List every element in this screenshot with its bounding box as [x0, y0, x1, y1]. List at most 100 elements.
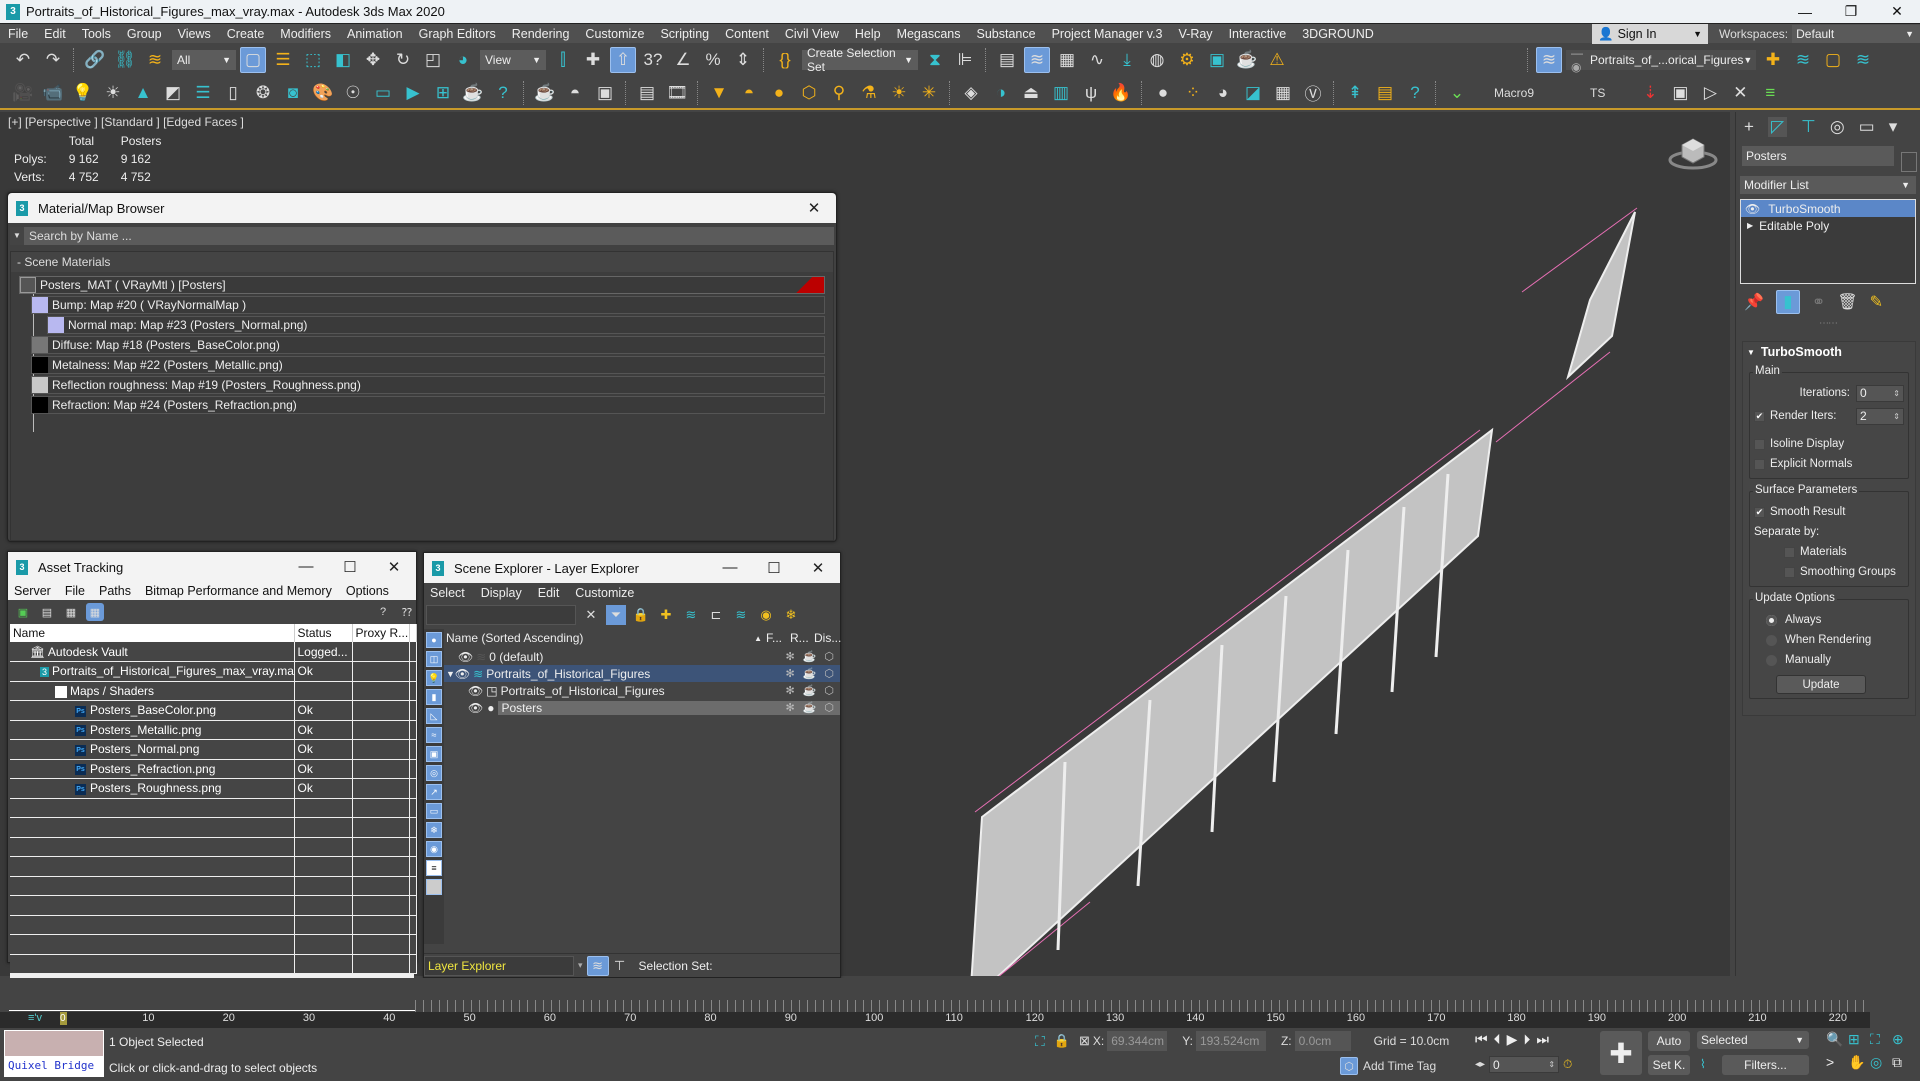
- column-display[interactable]: Dis...: [814, 631, 841, 645]
- camera-film-icon[interactable]: 🎞: [664, 80, 690, 106]
- active-shade-icon[interactable]: ◓: [562, 80, 588, 106]
- ambient-light-icon[interactable]: ⚗: [856, 80, 882, 106]
- material-row[interactable]: Posters_MAT ( VRayMtl ) [Posters]: [19, 276, 825, 294]
- vray-sphere-icon[interactable]: ◑: [988, 80, 1014, 106]
- tree-row[interactable]: ▼ 👁 ≋ Portraits_of_Historical_Figures ✻ ☕…: [444, 665, 840, 682]
- window-icon[interactable]: ▭: [370, 80, 396, 106]
- x-icon[interactable]: ✕: [1727, 80, 1753, 106]
- smoothing-groups-checkbox[interactable]: [1784, 566, 1795, 578]
- zoom-extents-icon[interactable]: ⛶: [1870, 1031, 1892, 1048]
- key-filter-dropdown[interactable]: Selected ▼: [1697, 1031, 1809, 1049]
- vray-logo-icon[interactable]: Ⓥ: [1300, 80, 1326, 106]
- drop-icon[interactable]: ⇣: [1637, 80, 1663, 106]
- isoline-display-checkbox[interactable]: [1754, 438, 1765, 450]
- viewport-label[interactable]: [+] [Perspective ] [Standard ] [Edged Fa…: [8, 115, 244, 129]
- visibility-eye-icon[interactable]: 👁: [458, 650, 473, 664]
- box-grid-icon[interactable]: ▣: [1667, 80, 1693, 106]
- toggle-layer-explorer-icon[interactable]: ≋: [1024, 47, 1050, 73]
- menu-views[interactable]: Views: [170, 27, 219, 41]
- maximize-button[interactable]: ☐: [328, 558, 372, 576]
- table-row[interactable]: 🏛 Autodesk Vault Logged...: [10, 642, 417, 662]
- thumbnail-view-icon[interactable]: ▦: [62, 603, 80, 621]
- trackbar-ruler[interactable]: [415, 1000, 1870, 1012]
- display-box-icon[interactable]: ⬡: [824, 684, 834, 697]
- freeze-layer-icon[interactable]: ❄: [781, 605, 801, 625]
- vray-instancer-icon[interactable]: ▥: [1048, 80, 1074, 106]
- ies-light-icon[interactable]: ⚲: [826, 80, 852, 106]
- sort-by-layer-icon[interactable]: ≋: [586, 955, 609, 976]
- hierarchy-tab-icon[interactable]: ⊤: [1801, 117, 1816, 137]
- current-frame-spinner[interactable]: 0 ⇕: [1489, 1056, 1560, 1073]
- expand-triangle-icon[interactable]: ▶: [1747, 221, 1753, 230]
- map-row[interactable]: Refraction: Map #24 (Posters_Refraction.…: [31, 396, 825, 414]
- spinner-arrows-icon[interactable]: ⇕: [1548, 1060, 1555, 1069]
- map-row[interactable]: Normal map: Map #23 (Posters_Normal.png): [47, 316, 825, 334]
- find-input[interactable]: [426, 605, 576, 625]
- context-help-icon[interactable]: ⁇: [398, 603, 416, 621]
- close-button[interactable]: ✕: [792, 199, 836, 217]
- key-mode-icon[interactable]: ◂▸: [1475, 1059, 1485, 1070]
- close-button[interactable]: ✕: [372, 558, 416, 576]
- menu-select[interactable]: Select: [430, 586, 465, 600]
- motion-tab-icon[interactable]: ◎: [1830, 117, 1845, 137]
- light-lister-icon[interactable]: ☉: [340, 80, 366, 106]
- menu-help[interactable]: Help: [847, 27, 889, 41]
- maximize-button[interactable]: ☐: [752, 559, 796, 577]
- vray-fur-icon[interactable]: ψ: [1078, 80, 1104, 106]
- menu-customize[interactable]: Customize: [575, 586, 634, 600]
- y-coordinate-field[interactable]: 193.524cm: [1195, 1031, 1266, 1051]
- warning-icon[interactable]: ⚠: [1264, 47, 1290, 73]
- render-teapot-icon[interactable]: ☕: [803, 701, 817, 714]
- column-render[interactable]: R...: [790, 631, 814, 645]
- time-slider-thumb[interactable]: 0: [60, 1012, 67, 1025]
- display-none-icon[interactable]: [426, 879, 442, 895]
- maximize-viewport-icon[interactable]: ⧉: [1892, 1054, 1914, 1071]
- column-extra[interactable]: [409, 624, 417, 642]
- smooth-result-checkbox[interactable]: ✔: [1754, 506, 1765, 518]
- selection-filter-dropdown[interactable]: All ▼: [172, 50, 236, 70]
- vray-blend-icon[interactable]: ⁘: [1180, 80, 1206, 106]
- table-row[interactable]: Ps Posters_BaseColor.png Ok: [10, 700, 417, 721]
- visibility-eye-icon[interactable]: 👁: [455, 667, 470, 681]
- curve-editor-icon[interactable]: ∿: [1084, 47, 1110, 73]
- absolute-mode-icon[interactable]: ⊠: [1079, 1033, 1090, 1049]
- edit-named-selection-icon[interactable]: {}: [772, 47, 798, 73]
- explicit-normals-checkbox[interactable]: [1754, 458, 1765, 470]
- keyboard-shortcut-override-icon[interactable]: ⇧: [610, 47, 636, 73]
- menu-bitmap-performance[interactable]: Bitmap Performance and Memory: [145, 584, 332, 598]
- search-field[interactable]: ▼ Search by Name ...: [10, 227, 834, 245]
- proxy-icon[interactable]: ▯: [220, 80, 246, 106]
- stack-item-editable-poly[interactable]: ▶ Editable Poly: [1741, 217, 1915, 234]
- toggle-ribbon-icon[interactable]: ▦: [1054, 47, 1080, 73]
- configure-modifier-sets-icon[interactable]: ✎: [1870, 292, 1883, 312]
- spinner-snap-icon[interactable]: ⇕: [730, 47, 756, 73]
- vray-material-override-icon[interactable]: ◪: [1240, 80, 1266, 106]
- quixel-bridge-label[interactable]: Quixel Bridge: [5, 1056, 103, 1076]
- sign-in-dropdown[interactable]: 👤 Sign In ▼: [1592, 24, 1708, 44]
- show-end-result-icon[interactable]: ▮: [1775, 290, 1800, 314]
- materials-checkbox[interactable]: [1784, 546, 1795, 558]
- play-forward-icon[interactable]: ▷: [1697, 80, 1723, 106]
- render-iters-checkbox[interactable]: ✔: [1754, 410, 1765, 422]
- rendered-frame-window-icon[interactable]: ▣: [1204, 47, 1230, 73]
- menu-rendering[interactable]: Rendering: [504, 27, 578, 41]
- snaps-toggle-icon[interactable]: 3?: [640, 47, 666, 73]
- freeze-icon[interactable]: ✻: [785, 667, 794, 680]
- quixel-bridge-panel[interactable]: Quixel Bridge: [4, 1030, 104, 1077]
- menu-civil-view[interactable]: Civil View: [777, 27, 847, 41]
- always-radio[interactable]: [1766, 614, 1777, 626]
- tree-row[interactable]: 👁 ◳ Portraits_of_Historical_Figures ✻ ☕ ⬡: [444, 682, 840, 699]
- modifier-list-dropdown[interactable]: Modifier List ▼: [1740, 176, 1916, 194]
- expand-triangle-icon[interactable]: ▼: [446, 669, 455, 679]
- object-name-field[interactable]: Posters: [1742, 146, 1894, 166]
- add-selection-to-layer-icon[interactable]: ≋: [1790, 47, 1816, 73]
- modify-tab-icon[interactable]: ◸: [1767, 117, 1788, 137]
- frozen-filter-icon[interactable]: ❄: [426, 822, 442, 838]
- layer-manager-icon[interactable]: ≋: [1536, 47, 1562, 73]
- timeline-ticks[interactable]: ≡'v 0 10 20 30 40 50 60 70 80 90 100 110 120 130 140 1…: [0, 1012, 1870, 1028]
- spot-light-icon[interactable]: ▼: [706, 80, 732, 106]
- ts-label[interactable]: TS: [1584, 86, 1611, 100]
- minimize-button[interactable]: —: [1782, 0, 1828, 23]
- camera-icon[interactable]: 🎥: [10, 80, 36, 106]
- table-row[interactable]: Ps Posters_Metallic.png Ok: [10, 720, 417, 740]
